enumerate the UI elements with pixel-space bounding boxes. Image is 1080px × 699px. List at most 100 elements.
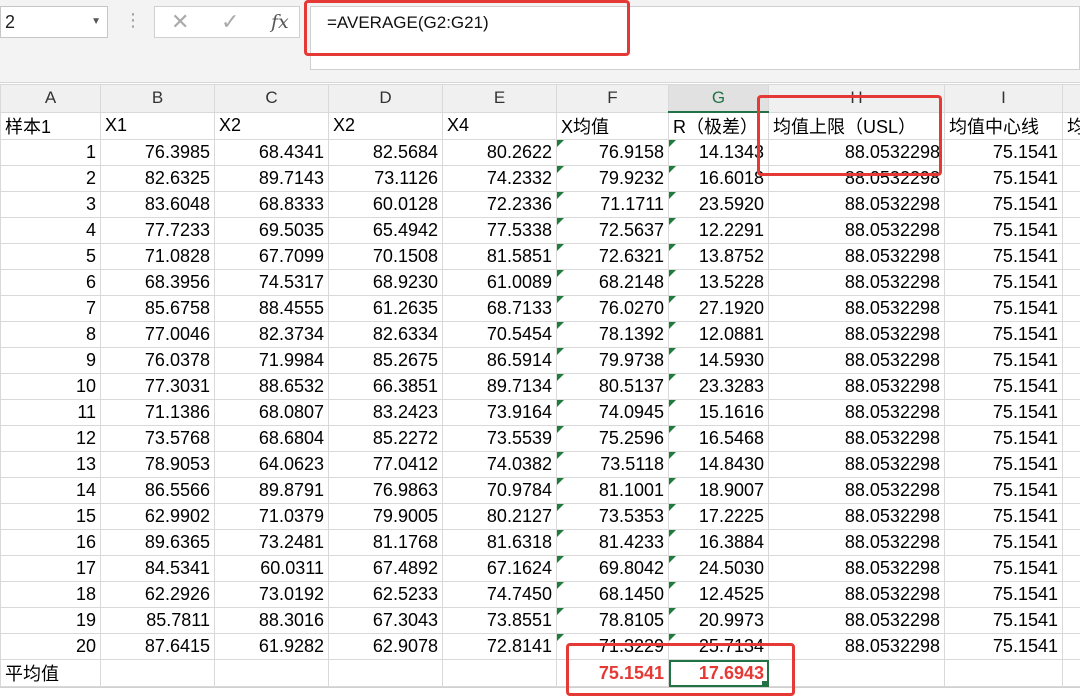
table-cell[interactable]: 67.3043 xyxy=(329,608,443,634)
header-cell[interactable]: X1 xyxy=(101,112,215,140)
table-cell[interactable]: 60.0128 xyxy=(329,192,443,218)
table-cell[interactable]: 88.0532298 xyxy=(769,348,945,374)
table-cell[interactable]: 88.0532298 xyxy=(769,218,945,244)
table-cell[interactable] xyxy=(1063,244,1080,270)
column-header-i[interactable]: I xyxy=(945,85,1063,113)
table-cell[interactable]: 76.9158 xyxy=(557,140,669,166)
table-cell[interactable]: 68.9230 xyxy=(329,270,443,296)
table-cell[interactable]: 79.9005 xyxy=(329,504,443,530)
table-cell[interactable] xyxy=(1063,322,1080,348)
table-cell[interactable]: 17 xyxy=(1,556,101,582)
table-cell[interactable]: 82.6325 xyxy=(101,166,215,192)
table-cell[interactable]: 4 xyxy=(1,218,101,244)
table-cell[interactable]: 5 xyxy=(1,244,101,270)
table-cell[interactable]: 70.5454 xyxy=(443,322,557,348)
table-cell[interactable] xyxy=(215,660,329,687)
table-cell[interactable]: 88.4555 xyxy=(215,296,329,322)
table-cell[interactable]: 81.5851 xyxy=(443,244,557,270)
table-cell[interactable]: 67.1624 xyxy=(443,556,557,582)
table-cell[interactable]: 89.7134 xyxy=(443,374,557,400)
table-cell[interactable]: 88.0532298 xyxy=(769,478,945,504)
table-cell[interactable]: 83.6048 xyxy=(101,192,215,218)
table-cell[interactable]: 14.8430 xyxy=(669,452,769,478)
average-label[interactable]: 平均值 xyxy=(1,660,101,687)
table-cell[interactable]: 73.9164 xyxy=(443,400,557,426)
more-options-icon[interactable]: ⋮ xyxy=(124,10,140,31)
table-cell[interactable] xyxy=(1063,270,1080,296)
table-cell[interactable]: 8 xyxy=(1,322,101,348)
table-cell[interactable]: 85.6758 xyxy=(101,296,215,322)
table-cell[interactable]: 75.1541 xyxy=(945,504,1063,530)
header-cell[interactable]: X2 xyxy=(329,112,443,140)
table-cell[interactable]: 68.8333 xyxy=(215,192,329,218)
header-cell[interactable]: 均 xyxy=(1063,112,1080,140)
table-cell[interactable]: 68.7133 xyxy=(443,296,557,322)
column-header-c[interactable]: C xyxy=(215,85,329,113)
table-cell[interactable] xyxy=(1063,296,1080,322)
table-cell[interactable]: 69.5035 xyxy=(215,218,329,244)
table-cell[interactable] xyxy=(769,660,945,687)
table-cell[interactable] xyxy=(1063,374,1080,400)
table-cell[interactable]: 75.1541 xyxy=(945,400,1063,426)
table-cell[interactable]: 88.0532298 xyxy=(769,270,945,296)
table-cell[interactable]: 12 xyxy=(1,426,101,452)
table-cell[interactable]: 62.5233 xyxy=(329,582,443,608)
table-cell[interactable]: 80.2127 xyxy=(443,504,557,530)
table-cell[interactable]: 75.1541 xyxy=(945,348,1063,374)
table-cell[interactable]: 79.9738 xyxy=(557,348,669,374)
table-cell[interactable]: 72.5637 xyxy=(557,218,669,244)
table-cell[interactable]: 9 xyxy=(1,348,101,374)
table-cell[interactable]: 18.9007 xyxy=(669,478,769,504)
table-cell[interactable] xyxy=(1063,504,1080,530)
table-cell[interactable]: 82.6334 xyxy=(329,322,443,348)
table-cell[interactable]: 11 xyxy=(1,400,101,426)
table-cell[interactable]: 7 xyxy=(1,296,101,322)
table-cell[interactable]: 24.5030 xyxy=(669,556,769,582)
table-cell[interactable]: 14.1343 xyxy=(669,140,769,166)
table-cell[interactable]: 79.9232 xyxy=(557,166,669,192)
table-cell[interactable]: 15.1616 xyxy=(669,400,769,426)
table-cell[interactable]: 75.1541 xyxy=(945,322,1063,348)
table-cell[interactable]: 14.5930 xyxy=(669,348,769,374)
table-cell[interactable]: 68.0807 xyxy=(215,400,329,426)
table-cell[interactable]: 88.0532298 xyxy=(769,166,945,192)
table-cell[interactable]: 75.1541 xyxy=(945,218,1063,244)
table-cell[interactable]: 75.1541 xyxy=(945,374,1063,400)
table-cell[interactable]: 74.0382 xyxy=(443,452,557,478)
table-cell[interactable]: 25.7134 xyxy=(669,634,769,660)
table-cell[interactable]: 68.3956 xyxy=(101,270,215,296)
table-cell[interactable]: 81.6318 xyxy=(443,530,557,556)
table-cell[interactable]: 76.3985 xyxy=(101,140,215,166)
check-icon[interactable]: ✓ xyxy=(221,7,239,37)
table-cell[interactable]: 72.8141 xyxy=(443,634,557,660)
table-cell[interactable]: 19 xyxy=(1,608,101,634)
table-cell[interactable]: 88.0532298 xyxy=(769,504,945,530)
table-cell[interactable]: 75.1541 xyxy=(945,478,1063,504)
table-cell[interactable]: 27.1920 xyxy=(669,296,769,322)
table-cell[interactable]: 74.7450 xyxy=(443,582,557,608)
table-cell[interactable]: 62.9078 xyxy=(329,634,443,660)
column-header-b[interactable]: B xyxy=(101,85,215,113)
table-cell[interactable]: 77.0412 xyxy=(329,452,443,478)
spreadsheet-grid[interactable]: ABCDEFGHI 样本1X1X2X2X4X均值R（极差）均值上限（USL）均值… xyxy=(0,84,1080,687)
header-cell[interactable]: X均值 xyxy=(557,112,669,140)
table-cell[interactable]: 84.5341 xyxy=(101,556,215,582)
header-cell[interactable]: X2 xyxy=(215,112,329,140)
function-icon[interactable]: fx xyxy=(271,7,289,37)
table-cell[interactable]: 88.0532298 xyxy=(769,322,945,348)
table-cell[interactable]: 16.5468 xyxy=(669,426,769,452)
table-cell[interactable]: 75.1541 xyxy=(945,140,1063,166)
table-cell[interactable]: 75.1541 xyxy=(945,452,1063,478)
table-cell[interactable]: 75.1541 xyxy=(945,556,1063,582)
table-cell[interactable]: 82.3734 xyxy=(215,322,329,348)
table-cell[interactable]: 72.2336 xyxy=(443,192,557,218)
table-cell[interactable]: 78.9053 xyxy=(101,452,215,478)
header-cell[interactable]: X4 xyxy=(443,112,557,140)
table-cell[interactable]: 72.6321 xyxy=(557,244,669,270)
table-cell[interactable]: 89.8791 xyxy=(215,478,329,504)
table-cell[interactable]: 17.2225 xyxy=(669,504,769,530)
table-cell[interactable]: 88.0532298 xyxy=(769,530,945,556)
table-cell[interactable]: 88.0532298 xyxy=(769,140,945,166)
table-cell[interactable]: 65.4942 xyxy=(329,218,443,244)
table-cell[interactable]: 12.2291 xyxy=(669,218,769,244)
